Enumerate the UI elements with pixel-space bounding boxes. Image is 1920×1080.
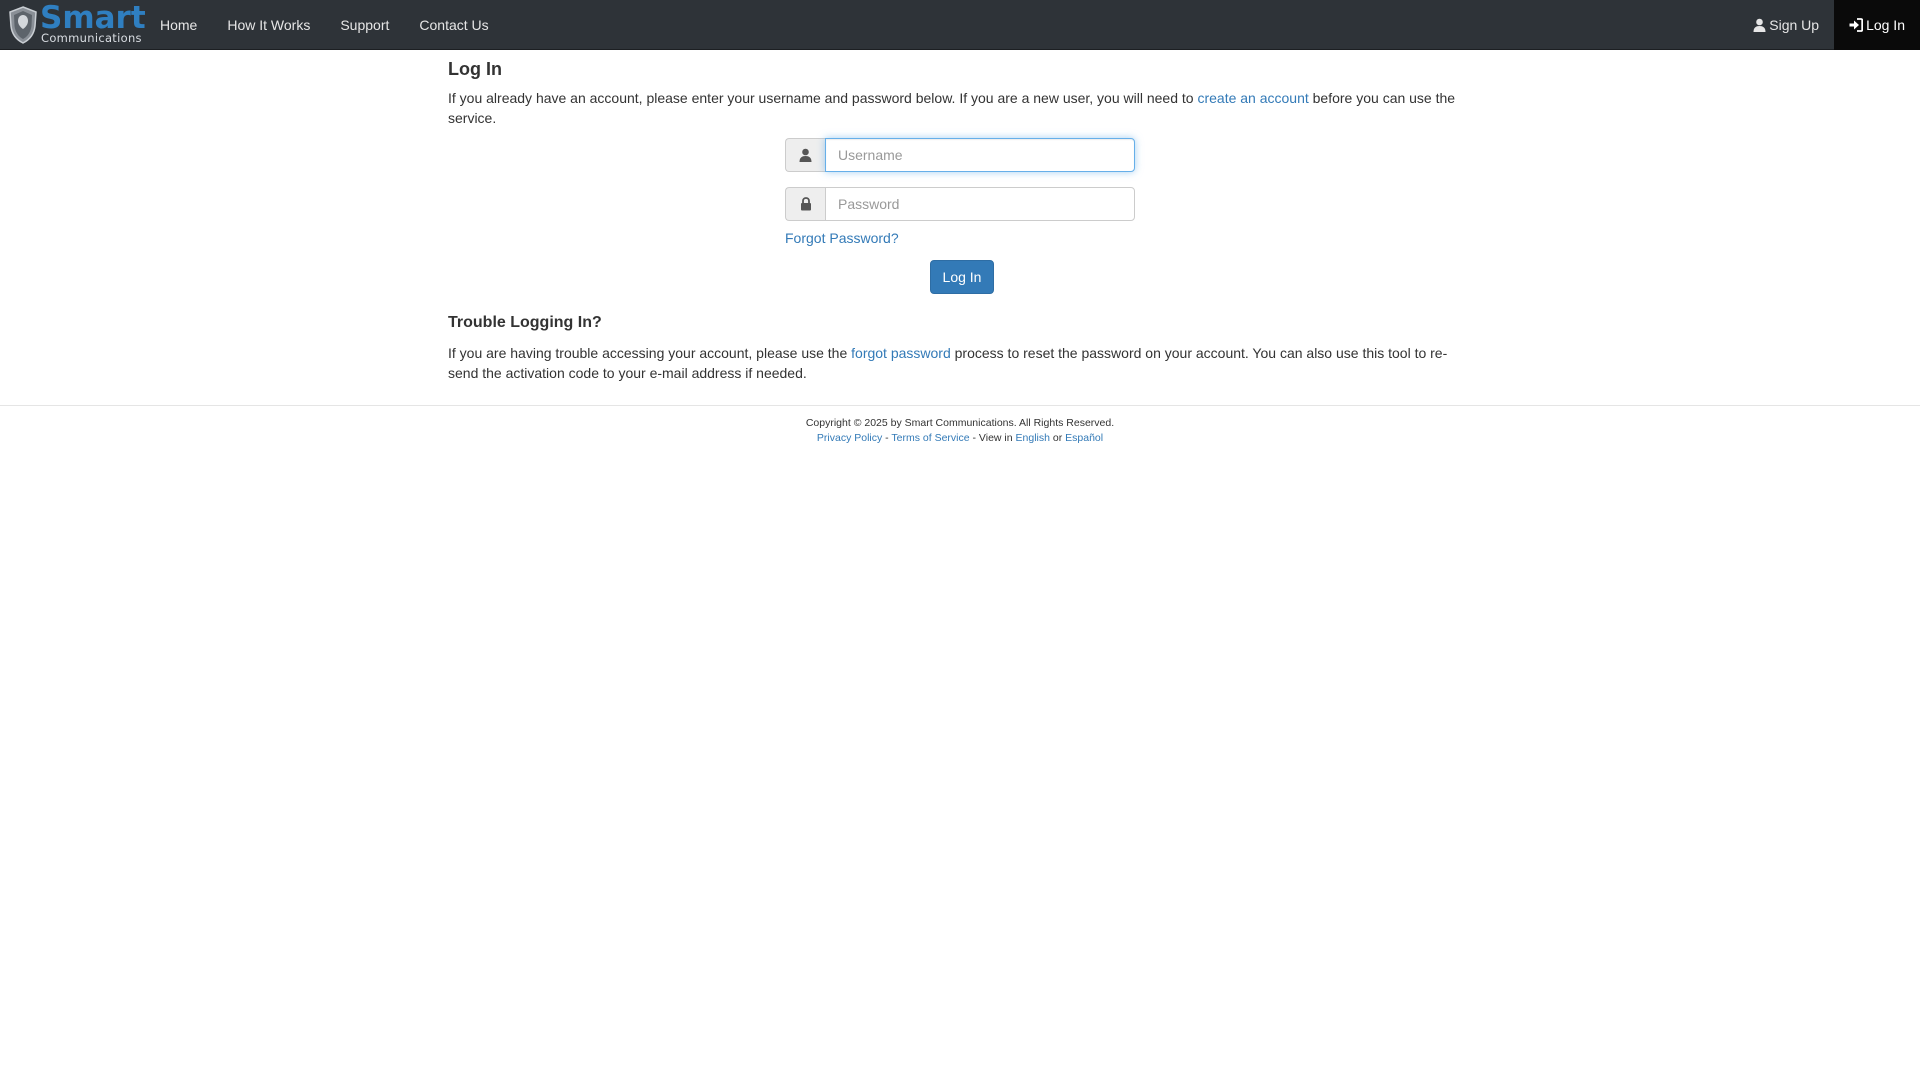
login-intro-text: If you already have an account, please e… <box>448 88 1468 128</box>
account-nav: Sign Up Log In <box>1738 0 1920 50</box>
nav-support[interactable]: Support <box>325 0 404 50</box>
copyright-text: Copyright © 2025 by Smart Communications… <box>805 417 1115 429</box>
nav-contact-us[interactable]: Contact Us <box>404 0 503 50</box>
nav-home[interactable]: Home <box>145 0 212 50</box>
password-group <box>785 187 1135 221</box>
user-icon <box>1753 18 1766 32</box>
password-input[interactable] <box>825 187 1135 221</box>
forgot-password-link[interactable]: Forgot Password? <box>785 228 899 248</box>
sign-up-label: Sign Up <box>1769 17 1820 33</box>
brand-name: Smart <box>40 0 146 36</box>
login-icon <box>1849 18 1864 32</box>
lock-icon <box>800 197 811 211</box>
view-in-text: - View in <box>969 432 1016 444</box>
brand-subtitle: Communications <box>41 31 142 45</box>
forgot-password-process-link[interactable]: forgot password <box>851 345 951 361</box>
main-nav: Home How It Works Support Contact Us <box>145 0 504 50</box>
username-input[interactable] <box>825 138 1135 172</box>
footer-links: Privacy Policy - Terms of Service - View… <box>0 431 1920 446</box>
footer: Copyright © 2025 by Smart Communications… <box>0 416 1920 446</box>
shield-icon <box>9 6 37 44</box>
log-in-button[interactable]: Log In <box>930 260 994 294</box>
username-addon <box>785 138 825 172</box>
english-language-link[interactable]: English <box>1016 432 1050 444</box>
password-addon <box>785 187 825 221</box>
intro-text-start: If you already have an account, please e… <box>448 90 1198 106</box>
trouble-heading: Trouble Logging In? <box>448 314 602 331</box>
top-navbar: Smart Communications Home How It Works S… <box>0 0 1920 50</box>
nav-how-it-works[interactable]: How It Works <box>212 0 325 50</box>
log-in-label: Log In <box>1866 17 1905 33</box>
spanish-language-link[interactable]: Español <box>1065 432 1103 444</box>
nav-sign-up[interactable]: Sign Up <box>1738 0 1834 50</box>
or-text: or <box>1049 432 1066 444</box>
user-icon <box>799 148 812 162</box>
login-form: Forgot Password? Log In <box>785 138 1135 294</box>
privacy-policy-link[interactable]: Privacy Policy <box>817 432 882 444</box>
username-group <box>785 138 1135 172</box>
nav-log-in[interactable]: Log In <box>1834 0 1920 50</box>
trouble-text-start: If you are having trouble accessing your… <box>448 345 852 361</box>
brand-logo[interactable]: Smart Communications <box>8 1 146 46</box>
terms-of-service-link[interactable]: Terms of Service <box>891 432 969 444</box>
create-account-link[interactable]: create an account <box>1197 90 1308 106</box>
page-title: Log In <box>448 59 502 79</box>
footer-divider <box>0 405 1920 406</box>
trouble-text: If you are having trouble accessing your… <box>448 343 1468 383</box>
